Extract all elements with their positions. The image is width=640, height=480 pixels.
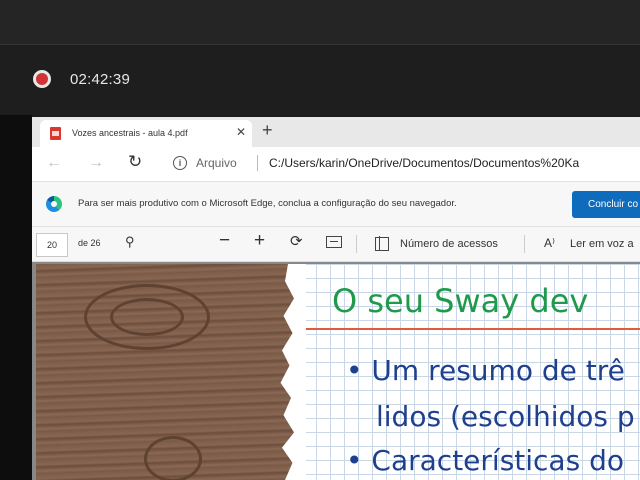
rotate-icon[interactable]: ⟳ <box>290 232 303 250</box>
page-view-label[interactable]: Número de acessos <box>400 238 498 250</box>
fit-page-icon[interactable] <box>326 236 342 248</box>
pdf-viewport[interactable]: O seu Sway dev • Um resumo de trê lidos … <box>32 262 640 480</box>
search-icon[interactable]: ⚲ <box>125 234 135 250</box>
record-indicator-icon[interactable] <box>33 70 51 88</box>
zoom-in-icon[interactable]: + <box>254 230 265 252</box>
tab-title: Vozes ancestrais - aula 4.pdf <box>72 128 188 138</box>
bullet-1-text: Um resumo de trê <box>371 354 625 387</box>
address-bar: ← → ↻ i Arquivo C:/Users/karin/OneDrive/… <box>32 147 640 182</box>
tab-pdf[interactable]: Vozes ancestrais - aula 4.pdf ✕ <box>40 120 252 147</box>
wood-texture-image <box>36 264 298 480</box>
tab-strip: Vozes ancestrais - aula 4.pdf ✕ + <box>32 117 640 147</box>
top-window-strip <box>0 0 640 45</box>
toolbar-separator-2 <box>524 235 525 253</box>
infobar-message: Para ser mais produtivo com o Microsoft … <box>78 198 457 209</box>
reload-icon[interactable]: ↻ <box>128 152 142 172</box>
slide-title: O seu Sway dev <box>332 282 589 320</box>
new-tab-button[interactable]: + <box>262 120 273 141</box>
bullet-1: • Um resumo de trê <box>346 354 625 387</box>
dark-margin <box>0 115 32 480</box>
bullet-2-text: Características do <box>371 444 624 477</box>
bullet-1-continuation: lidos (escolhidos p <box>376 400 635 433</box>
edge-setup-infobar: Para ser mais produtivo com o Microsoft … <box>32 182 640 227</box>
toolbar-separator <box>356 235 357 253</box>
address-url-input[interactable]: C:/Users/karin/OneDrive/Documentos/Docum… <box>269 156 579 170</box>
wood-knot <box>144 436 202 480</box>
edge-logo-icon <box>46 196 62 212</box>
address-separator <box>257 155 258 171</box>
complete-setup-button[interactable]: Concluir co <box>572 191 640 218</box>
forward-arrow-icon[interactable]: → <box>88 154 104 172</box>
recording-timer: 02:42:39 <box>70 71 130 88</box>
pdf-file-icon <box>50 127 61 140</box>
wood-knot <box>110 298 184 336</box>
tab-close-icon[interactable]: ✕ <box>236 125 246 139</box>
title-underline <box>306 328 640 330</box>
back-arrow-icon[interactable]: ← <box>46 154 62 172</box>
page-count-label: de 26 <box>78 238 101 248</box>
bullet-2: • Características do <box>346 444 624 477</box>
read-aloud-label[interactable]: Ler em voz a <box>570 238 634 250</box>
page-number-input[interactable]: 20 <box>36 233 68 257</box>
info-icon[interactable]: i <box>173 156 187 170</box>
edge-browser-window: Vozes ancestrais - aula 4.pdf ✕ + ← → ↻ … <box>32 117 640 480</box>
read-aloud-icon[interactable]: A⁾ <box>544 236 555 250</box>
page-view-icon[interactable] <box>375 236 389 251</box>
address-scheme-label: Arquivo <box>196 156 237 170</box>
slide-page: O seu Sway dev • Um resumo de trê lidos … <box>36 264 640 480</box>
pdf-toolbar: 20 de 26 ⚲ − + ⟳ Número de acessos A⁾ Le… <box>32 227 640 262</box>
zoom-out-icon[interactable]: − <box>219 230 230 252</box>
